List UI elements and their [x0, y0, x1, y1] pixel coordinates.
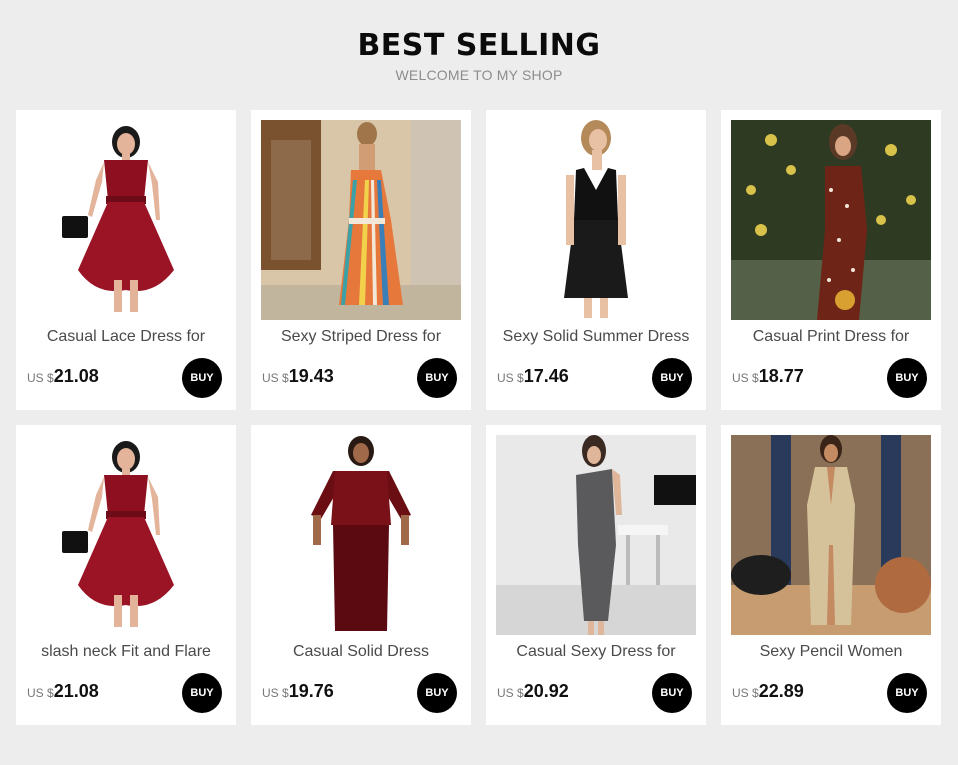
product-price: US $22.89 — [732, 681, 804, 702]
price-currency: US $ — [27, 371, 54, 385]
price-amount: 22.89 — [758, 681, 804, 701]
price-amount: 20.92 — [523, 681, 569, 701]
price-currency: US $ — [497, 371, 524, 385]
price-currency: US $ — [262, 371, 289, 385]
product-image[interactable] — [26, 435, 226, 635]
product-card[interactable]: Casual Solid Dress US $19.76 BUY — [251, 425, 471, 725]
product-card[interactable]: Sexy Solid Summer Dress US $17.46 BUY — [486, 110, 706, 410]
page-title: BEST SELLING — [357, 28, 601, 63]
product-card[interactable]: Sexy Striped Dress for US $19.43 BUY — [251, 110, 471, 410]
buy-button[interactable]: BUY — [652, 358, 692, 398]
price-amount: 18.77 — [758, 366, 804, 386]
product-image[interactable] — [496, 120, 696, 320]
product-price: US $19.76 — [262, 681, 334, 702]
product-card[interactable]: Casual Sexy Dress for US $20.92 BUY — [486, 425, 706, 725]
buy-button[interactable]: BUY — [652, 673, 692, 713]
product-price: US $18.77 — [732, 366, 804, 387]
price-currency: US $ — [27, 686, 54, 700]
product-grid: Casual Lace Dress for US $21.08 BUY Sexy… — [16, 110, 941, 725]
price-amount: 21.08 — [53, 681, 99, 701]
product-image[interactable] — [261, 120, 461, 320]
product-image[interactable] — [731, 120, 931, 320]
price-currency: US $ — [732, 371, 759, 385]
product-price: US $21.08 — [27, 366, 99, 387]
product-name[interactable]: Casual Sexy Dress for — [492, 643, 700, 661]
product-price: US $20.92 — [497, 681, 569, 702]
buy-button[interactable]: BUY — [182, 673, 222, 713]
price-amount: 19.43 — [288, 366, 334, 386]
price-currency: US $ — [732, 686, 759, 700]
product-price: US $19.43 — [262, 366, 334, 387]
product-card[interactable]: slash neck Fit and Flare US $21.08 BUY — [16, 425, 236, 725]
product-card[interactable]: Casual Lace Dress for US $21.08 BUY — [16, 110, 236, 410]
product-card[interactable]: Casual Print Dress for US $18.77 BUY — [721, 110, 941, 410]
product-name[interactable]: Casual Solid Dress — [257, 643, 465, 661]
page-header: BEST SELLING WELCOME TO MY SHOP — [0, 0, 958, 83]
buy-button[interactable]: BUY — [182, 358, 222, 398]
product-name[interactable]: Sexy Striped Dress for — [257, 328, 465, 346]
price-amount: 21.08 — [53, 366, 99, 386]
buy-button[interactable]: BUY — [887, 673, 927, 713]
buy-button[interactable]: BUY — [417, 673, 457, 713]
product-price: US $17.46 — [497, 366, 569, 387]
price-currency: US $ — [262, 686, 289, 700]
page-subtitle: WELCOME TO MY SHOP — [395, 67, 563, 83]
product-name[interactable]: Casual Lace Dress for — [22, 328, 230, 346]
product-name[interactable]: slash neck Fit and Flare — [22, 643, 230, 661]
price-currency: US $ — [497, 686, 524, 700]
product-image[interactable] — [261, 435, 461, 635]
product-price: US $21.08 — [27, 681, 99, 702]
product-image[interactable] — [496, 435, 696, 635]
product-name[interactable]: Sexy Pencil Women — [727, 643, 935, 661]
product-image[interactable] — [26, 120, 226, 320]
buy-button[interactable]: BUY — [417, 358, 457, 398]
price-amount: 17.46 — [523, 366, 569, 386]
buy-button[interactable]: BUY — [887, 358, 927, 398]
product-image[interactable] — [731, 435, 931, 635]
product-name[interactable]: Sexy Solid Summer Dress — [492, 328, 700, 346]
product-card[interactable]: Sexy Pencil Women US $22.89 BUY — [721, 425, 941, 725]
product-name[interactable]: Casual Print Dress for — [727, 328, 935, 346]
price-amount: 19.76 — [288, 681, 334, 701]
